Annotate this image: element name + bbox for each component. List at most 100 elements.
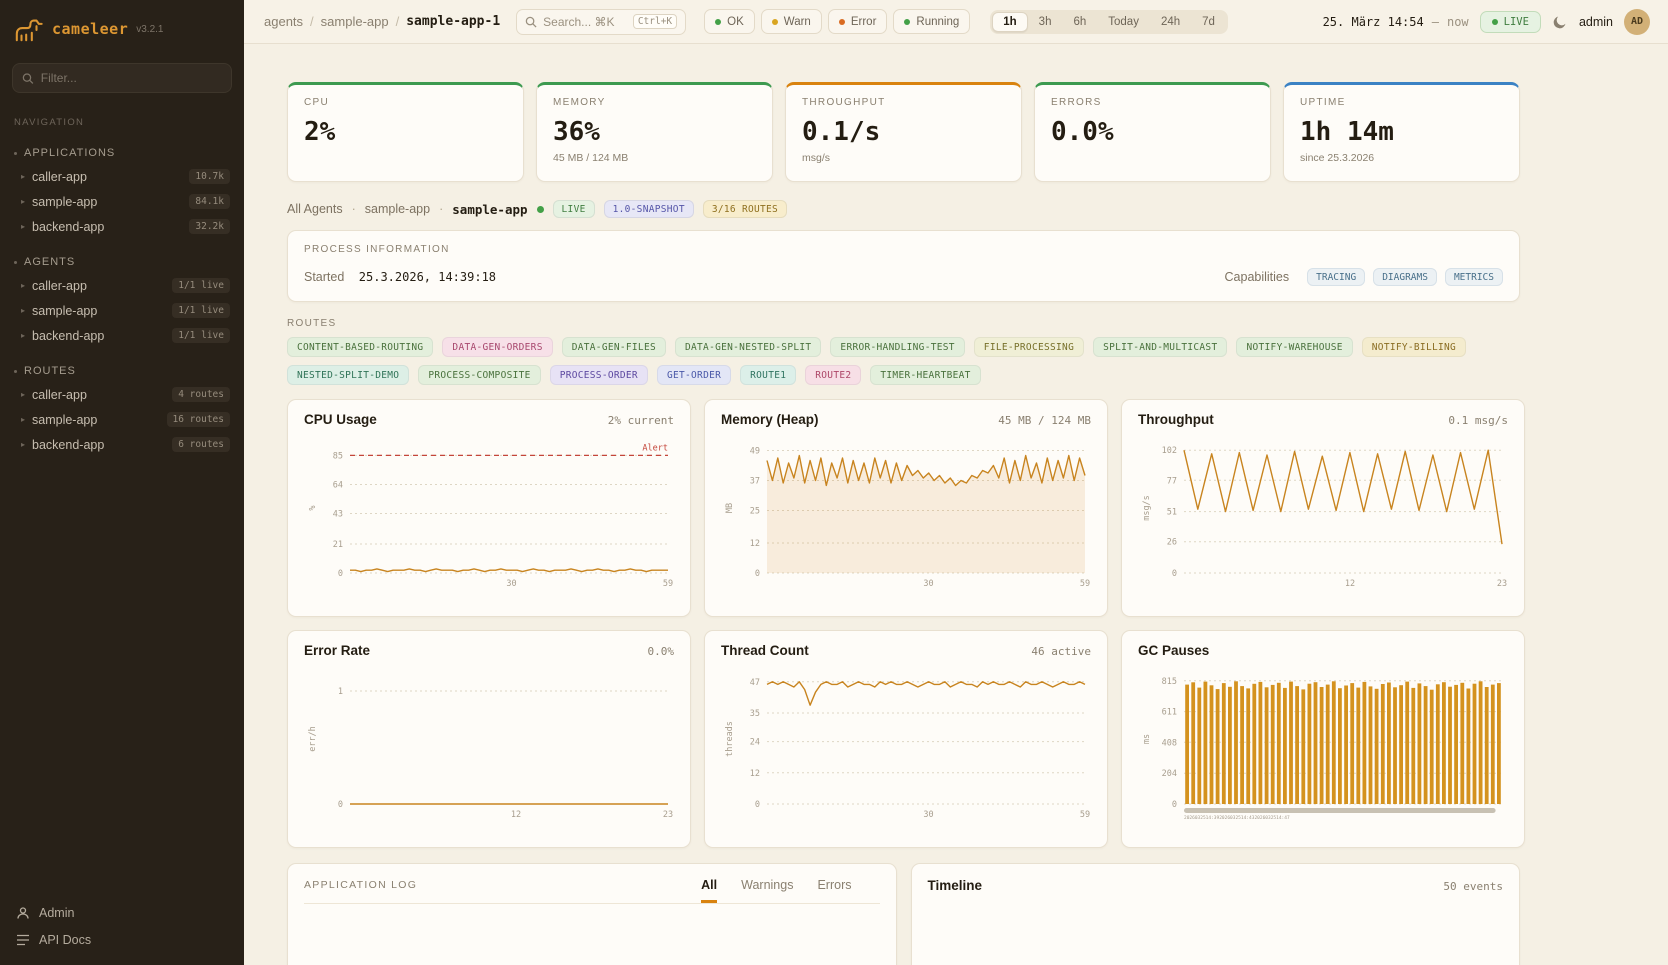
svg-text:1: 1: [338, 687, 343, 697]
sidebar-item-agents-backend-app[interactable]: ▸backend-app1/1 live: [0, 323, 244, 348]
svg-text:0: 0: [755, 569, 760, 579]
sidebar-section-header-agents[interactable]: AGENTS: [0, 251, 244, 273]
datetime-display[interactable]: 25. März 14:54 — now: [1323, 15, 1469, 29]
route-chip-process-order[interactable]: PROCESS-ORDER: [550, 365, 648, 385]
route-chip-nested-split-demo[interactable]: NESTED-SPLIT-DEMO: [287, 365, 409, 385]
thread-count-chart: 012243547threads3059: [721, 664, 1091, 822]
warn-status-dot-icon: [772, 19, 778, 25]
date-text: 25. März 14:54: [1323, 15, 1424, 29]
route-chip-data-gen-orders[interactable]: DATA-GEN-ORDERS: [442, 337, 552, 357]
status-filter-label: OK: [727, 16, 744, 28]
instance-breadcrumb-row: All Agents·sample-app·sample-appLIVE1.0-…: [287, 200, 1520, 218]
log-tab-errors[interactable]: Errors: [817, 878, 851, 903]
route-chip-notify-billing[interactable]: NOTIFY-BILLING: [1362, 337, 1466, 357]
sidebar-filter[interactable]: [12, 63, 232, 93]
error-status-dot-icon: [839, 19, 845, 25]
sidebar-item-label: backend-app: [32, 438, 165, 452]
sidebar-item-routes-backend-app[interactable]: ▸backend-app6 routes: [0, 432, 244, 457]
sidebar-section-header-routes[interactable]: ROUTES: [0, 360, 244, 382]
filter-input[interactable]: [41, 71, 222, 85]
stat-value: 1h 14m: [1300, 117, 1503, 147]
route-chip-content-based-routing[interactable]: CONTENT-BASED-ROUTING: [287, 337, 433, 357]
status-filter-warn[interactable]: Warn: [761, 9, 822, 34]
svg-text:21: 21: [333, 540, 343, 550]
sidebar-item-routes-sample-app[interactable]: ▸sample-app16 routes: [0, 407, 244, 432]
route-chip-route2[interactable]: ROUTE2: [805, 365, 861, 385]
route-chip-file-processing[interactable]: FILE-PROCESSING: [974, 337, 1084, 357]
route-chip-route1[interactable]: ROUTE1: [740, 365, 796, 385]
time-range-7d[interactable]: 7d: [1191, 12, 1226, 32]
chevron-right-icon: ▸: [21, 390, 25, 399]
status-filter-error[interactable]: Error: [828, 9, 888, 34]
chart-title: GC Pauses: [1138, 643, 1209, 658]
breadcrumb-sample-app[interactable]: sample-app: [321, 14, 389, 29]
route-chip-process-composite[interactable]: PROCESS-COMPOSITE: [418, 365, 540, 385]
time-range-3h[interactable]: 3h: [1028, 12, 1063, 32]
status-filter-ok[interactable]: OK: [704, 9, 755, 34]
sidebar-item-applications-backend-app[interactable]: ▸backend-app32.2k: [0, 214, 244, 239]
route-chip-get-order[interactable]: GET-ORDER: [657, 365, 731, 385]
time-range-24h[interactable]: 24h: [1150, 12, 1191, 32]
search-placeholder: Search... ⌘K: [543, 15, 614, 29]
sidebar-item-routes-caller-app[interactable]: ▸caller-app4 routes: [0, 382, 244, 407]
log-tab-warnings[interactable]: Warnings: [741, 878, 793, 903]
chart-header-throughput: Throughput0.1 msg/s: [1138, 412, 1508, 427]
sidebar-item-label: caller-app: [32, 279, 165, 293]
section-label: AGENTS: [24, 256, 75, 268]
route-chip-error-handling-test[interactable]: ERROR-HANDLING-TEST: [830, 337, 964, 357]
route-chip-notify-warehouse[interactable]: NOTIFY-WAREHOUSE: [1236, 337, 1352, 357]
badge-3-16-routes: 3/16 ROUTES: [703, 200, 787, 218]
svg-text:204: 204: [1162, 769, 1177, 779]
breadcrumb-sample-app-1: sample-app-1: [406, 14, 500, 29]
sidebar-item-agents-sample-app[interactable]: ▸sample-app1/1 live: [0, 298, 244, 323]
breadcrumb-agents[interactable]: agents: [264, 14, 303, 29]
sidebar-item-applications-caller-app[interactable]: ▸caller-app10.7k: [0, 164, 244, 189]
application-log-card: APPLICATION LOG All Warnings Errors: [287, 863, 897, 965]
svg-text:25: 25: [750, 507, 760, 517]
sidebar-item-applications-sample-app[interactable]: ▸sample-app84.1k: [0, 189, 244, 214]
chevron-right-icon: ▸: [21, 331, 25, 340]
sidebar-section-applications: APPLICATIONS▸caller-app10.7k▸sample-app8…: [0, 142, 244, 239]
svg-text:0: 0: [1172, 800, 1177, 810]
time-range-6h[interactable]: 6h: [1062, 12, 1097, 32]
svg-text:49: 49: [750, 447, 760, 457]
chart-title: Thread Count: [721, 643, 809, 658]
api-docs-label: API Docs: [39, 933, 91, 947]
dark-mode-toggle[interactable]: [1552, 14, 1568, 30]
sidebar-item-api-docs[interactable]: API Docs: [16, 933, 228, 947]
global-search[interactable]: Search... ⌘K Ctrl+K: [516, 9, 686, 35]
section-dot-icon: [14, 261, 17, 264]
search-icon: [525, 16, 537, 28]
instance-crumb-all-agents-0[interactable]: All Agents: [287, 202, 343, 216]
log-tab-all[interactable]: All: [701, 878, 717, 903]
chevron-right-icon: ▸: [21, 222, 25, 231]
live-indicator[interactable]: LIVE: [1480, 11, 1541, 33]
chart-card-memory-heap: Memory (Heap)45 MB / 124 MB012253749MB30…: [704, 399, 1108, 617]
sidebar-item-badge: 1/1 live: [172, 303, 230, 318]
time-range-today[interactable]: Today: [1097, 12, 1150, 32]
svg-text:24: 24: [750, 738, 760, 748]
status-filter-running[interactable]: Running: [893, 9, 970, 34]
sidebar-item-admin[interactable]: Admin: [16, 906, 228, 920]
route-chip-data-gen-files[interactable]: DATA-GEN-FILES: [562, 337, 666, 357]
time-range-1h[interactable]: 1h: [992, 12, 1027, 32]
sidebar-item-agents-caller-app[interactable]: ▸caller-app1/1 live: [0, 273, 244, 298]
sidebar-section-header-applications[interactable]: APPLICATIONS: [0, 142, 244, 164]
admin-label: Admin: [39, 906, 74, 920]
route-chip-data-gen-nested-split[interactable]: DATA-GEN-NESTED-SPLIT: [675, 337, 821, 357]
capability-chip-diagrams: DIAGRAMS: [1373, 268, 1437, 286]
sidebar-item-badge: 1/1 live: [172, 328, 230, 343]
svg-text:msg/s: msg/s: [1142, 495, 1152, 521]
instance-crumb-sample-app-1[interactable]: sample-app: [365, 202, 430, 216]
top-header: agents/sample-app/sample-app-1 Search...…: [244, 0, 1668, 44]
application-log-title: APPLICATION LOG: [304, 879, 417, 903]
instance-live-dot-icon: [537, 206, 544, 213]
avatar[interactable]: AD: [1624, 9, 1650, 35]
capabilities: Capabilities TRACINGDIAGRAMSMETRICS: [1225, 268, 1503, 286]
navigation-label: NAVIGATION: [0, 109, 244, 130]
process-started: Started 25.3.2026, 14:39:18: [304, 268, 496, 286]
route-chip-split-and-multicast[interactable]: SPLIT-AND-MULTICAST: [1093, 337, 1227, 357]
route-chip-timer-heartbeat[interactable]: TIMER-HEARTBEAT: [870, 365, 980, 385]
logo-row[interactable]: cameleer v3.2.1: [0, 0, 244, 53]
svg-text:30: 30: [923, 579, 933, 589]
